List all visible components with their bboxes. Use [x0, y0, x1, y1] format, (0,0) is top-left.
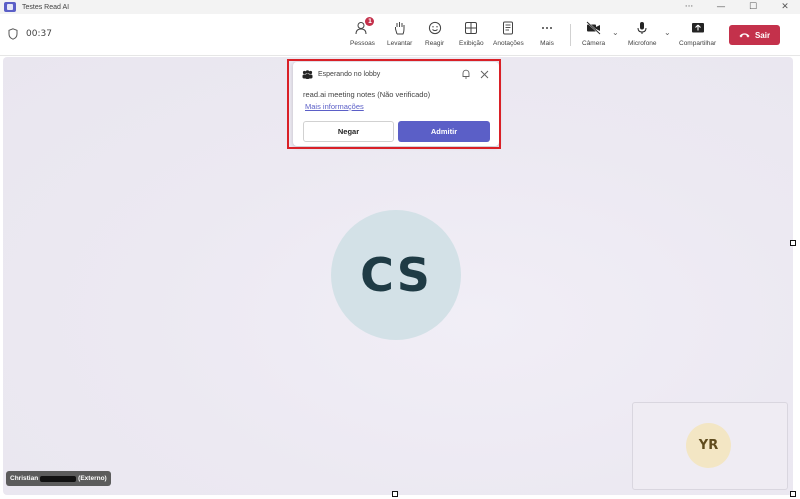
microphone-options-chevron-icon[interactable]: ⌄ — [664, 28, 671, 37]
share-screen-icon — [690, 20, 706, 36]
share-button[interactable]: Compartilhar — [679, 20, 716, 47]
toolbar-divider — [570, 24, 571, 46]
microphone-label: Microfone — [628, 40, 657, 47]
timer-text: 00:37 — [26, 29, 52, 39]
leave-button[interactable]: Sair — [729, 25, 780, 45]
people-button[interactable]: 1 Pessoas — [350, 17, 375, 47]
meeting-toolbar: 00:37 1 Pessoas Levantar Reagir Exibição… — [0, 14, 800, 56]
resize-handle-bottom[interactable] — [392, 491, 398, 497]
shield-icon — [8, 28, 18, 40]
maximize-button[interactable]: ☐ — [746, 0, 760, 14]
notes-button[interactable]: Anotações — [493, 20, 524, 47]
participant-name-tag: Christian (Externo) — [6, 471, 111, 486]
close-window-button[interactable]: ✕ — [778, 0, 792, 14]
participant-first-name: Christian — [10, 475, 39, 482]
people-count-badge: 1 — [365, 17, 375, 26]
raise-hand-icon — [392, 20, 408, 36]
resize-handle-corner[interactable] — [790, 491, 796, 497]
self-avatar: YR — [686, 423, 731, 468]
camera-options-chevron-icon[interactable]: ⌄ — [612, 28, 619, 37]
camera-label: Câmera — [582, 40, 606, 47]
raise-hand-label: Levantar — [387, 40, 413, 47]
raise-hand-button[interactable]: Levantar — [387, 20, 412, 47]
more-dots-icon — [539, 20, 555, 36]
minimize-button[interactable]: — — [714, 0, 728, 14]
microphone-button[interactable]: Microfone — [628, 20, 657, 47]
camera-button[interactable]: Câmera — [582, 20, 605, 47]
more-label: Mais — [540, 40, 554, 47]
hang-up-icon — [739, 33, 750, 38]
participant-external-label: (Externo) — [78, 475, 107, 482]
notes-icon — [500, 20, 516, 36]
people-label: Pessoas — [350, 40, 375, 47]
participant-avatar[interactable]: CS — [331, 210, 461, 340]
smiley-icon — [427, 20, 443, 36]
react-label: Reagir — [425, 40, 445, 47]
window-titlebar: Testes Read AI ··· — ☐ ✕ — [0, 0, 800, 14]
camera-off-icon — [585, 20, 602, 36]
redacted-surname — [40, 475, 77, 482]
microphone-icon — [634, 20, 650, 36]
grid-view-icon — [463, 20, 479, 36]
react-button[interactable]: Reagir — [425, 20, 444, 47]
teams-logo-icon — [4, 2, 16, 12]
view-label: Exibição — [459, 40, 484, 47]
more-button[interactable]: Mais — [539, 20, 555, 47]
leave-label: Sair — [754, 30, 771, 40]
resize-handle-right[interactable] — [790, 240, 796, 246]
view-button[interactable]: Exibição — [459, 20, 484, 47]
notes-label: Anotações — [493, 40, 524, 47]
share-label: Compartilhar — [679, 40, 717, 47]
annotation-highlight-box — [287, 59, 501, 149]
people-icon: 1 — [354, 17, 375, 36]
call-timer: 00:37 — [8, 28, 52, 40]
window-title: Testes Read AI — [22, 3, 70, 11]
more-options-button[interactable]: ··· — [682, 0, 696, 14]
window-controls: ··· — ☐ ✕ — [682, 0, 792, 14]
